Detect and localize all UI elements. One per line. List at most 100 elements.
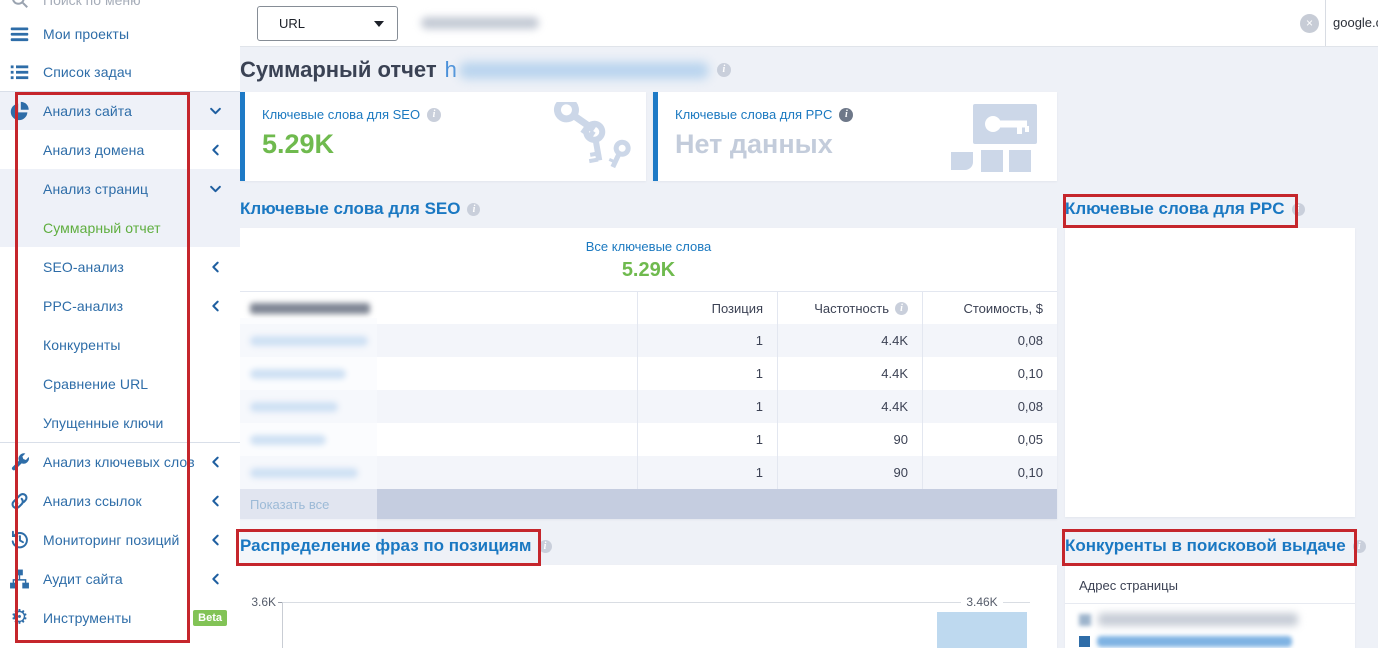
search-type-select[interactable]: URL — [257, 6, 398, 41]
ppc-card-label: Ключевые слова для PPC — [675, 107, 832, 122]
blurred-keyword-link[interactable] — [250, 402, 338, 412]
blurred-favicon — [1079, 614, 1091, 626]
cell-cost: 0,05 — [922, 423, 1057, 456]
sidebar-item[interactable]: Сравнение URL — [0, 364, 240, 403]
cell-volume: 4.4K — [777, 324, 922, 357]
key-ad-icon — [947, 102, 1043, 174]
blurred-keyword-link[interactable] — [250, 435, 326, 445]
info-icon[interactable]: i — [717, 63, 731, 77]
sidebar-item[interactable]: Конкуренты — [0, 325, 240, 364]
chart-bar[interactable] — [937, 612, 1027, 648]
sidebar-item[interactable]: Анализ домена — [0, 130, 240, 169]
table-row[interactable]: 1 4.4K 0,08 — [240, 324, 1057, 357]
y-axis-tick: 3.6K — [244, 595, 276, 609]
sitemap-icon — [9, 568, 30, 589]
pie-chart-icon — [9, 101, 30, 122]
seo-section-header: Ключевые слова для SEO i — [240, 199, 480, 219]
column-cost[interactable]: Стоимость, $ — [922, 292, 1057, 324]
chevron-left-icon — [208, 532, 223, 547]
cell-cost: 0,08 — [922, 324, 1057, 357]
menu-search[interactable]: Поиск по меню — [0, 0, 240, 15]
report-url-link[interactable]: h — [445, 57, 457, 83]
sidebar-item[interactable]: Анализ ключевых слов — [0, 442, 240, 481]
competitors-panel: Адрес страницы — [1065, 565, 1355, 648]
ppc-section-title[interactable]: Ключевые слова для PPC — [1065, 199, 1285, 219]
chevron-down-icon — [208, 104, 223, 119]
info-icon[interactable]: i — [539, 540, 552, 553]
sidebar-item[interactable]: Мониторинг позиций — [0, 520, 240, 559]
column-position[interactable]: Позиция — [637, 292, 777, 324]
competitors-section-title[interactable]: Конкуренты в поисковой выдаче — [1065, 536, 1346, 556]
table-row[interactable]: 1 4.4K 0,10 — [240, 357, 1057, 390]
info-icon[interactable]: i — [467, 203, 480, 216]
info-icon[interactable]: i — [1353, 540, 1366, 553]
cell-position: 1 — [637, 357, 777, 390]
hamburger-icon — [9, 24, 30, 45]
sidebar-item[interactable]: Аудит сайта — [0, 559, 240, 598]
sidebar-item[interactable]: Анализ страниц — [0, 169, 240, 208]
show-all-link[interactable]: Показать все — [250, 497, 329, 512]
competitor-row[interactable] — [1079, 613, 1341, 626]
ppc-keywords-card: Ключевые слова для PPC i Нет данных — [653, 92, 1057, 181]
sidebar-menu: Мои проекты Список задач Анализ сайта Ан… — [0, 15, 240, 637]
sidebar-item[interactable]: Суммарный отчет — [0, 208, 240, 247]
info-icon[interactable]: i — [427, 108, 441, 122]
blurred-keyword-link[interactable] — [250, 468, 358, 478]
history-icon — [9, 529, 30, 550]
seo-keywords-table: Все ключевые слова 5.29K Позиция Частотн… — [240, 228, 1057, 519]
all-keywords-link[interactable]: Все ключевые слова — [240, 239, 1057, 254]
all-keywords-count: 5.29K — [240, 259, 1057, 282]
positions-section-title[interactable]: Распределение фраз по позициям — [240, 536, 532, 556]
competitor-row[interactable] — [1079, 636, 1341, 647]
ppc-keywords-panel — [1065, 228, 1355, 517]
chevron-left-icon — [208, 259, 223, 274]
info-icon[interactable]: i — [1292, 203, 1305, 216]
seo-section-title[interactable]: Ключевые слова для SEO — [240, 199, 460, 219]
chevron-left-icon — [208, 142, 223, 157]
page-title: Суммарный отчет — [240, 57, 437, 83]
positions-section-header: Распределение фраз по позициям i — [240, 536, 552, 556]
table-row[interactable]: 1 4.4K 0,08 — [240, 390, 1057, 423]
info-icon[interactable]: i — [839, 108, 853, 122]
beta-badge: Beta — [193, 610, 227, 626]
sidebar-item[interactable]: Анализ ссылок — [0, 481, 240, 520]
blurred-keyword-link[interactable] — [250, 336, 368, 346]
link-icon — [9, 490, 30, 511]
topbar-divider — [1325, 0, 1326, 46]
table-row[interactable]: 1 90 0,10 — [240, 456, 1057, 489]
chevron-down-icon — [374, 21, 384, 27]
sidebar: Поиск по меню Мои проекты Список задач А… — [0, 0, 240, 648]
blurred-competitor-url — [1097, 636, 1292, 647]
info-icon[interactable]: i — [895, 302, 908, 315]
chart-bar-label: 3.46K — [937, 595, 1027, 609]
chevron-down-icon — [208, 181, 223, 196]
column-volume[interactable]: Частотностьi — [777, 292, 922, 324]
table-body: 1 4.4K 0,08 1 4.4K 0,10 1 4.4K 0,08 1 90… — [240, 324, 1057, 489]
blurred-query-text — [421, 17, 539, 29]
wrench-icon — [9, 452, 30, 473]
query-input[interactable] — [399, 2, 566, 43]
competitors-section-header: Конкуренты в поисковой выдаче i — [1065, 536, 1366, 556]
search-engine-select[interactable]: google.c — [1333, 0, 1378, 46]
clear-input-icon[interactable]: × — [1300, 14, 1319, 33]
cell-volume: 4.4K — [777, 357, 922, 390]
cell-position: 1 — [637, 456, 777, 489]
table-header-row: Позиция Частотностьi Стоимость, $ — [240, 291, 1057, 324]
sidebar-item[interactable]: SEO-анализ — [0, 247, 240, 286]
sidebar-item[interactable]: Упущенные ключи — [0, 403, 240, 442]
blurred-keyword-link[interactable] — [250, 369, 346, 379]
sidebar-item[interactable]: ⚙ Инструменты Beta — [0, 598, 240, 637]
sidebar-item[interactable]: Мои проекты — [0, 15, 240, 53]
cell-position: 1 — [637, 390, 777, 423]
keys-icon — [534, 102, 632, 170]
sidebar-item[interactable]: Анализ сайта — [0, 91, 240, 130]
sidebar-item[interactable]: PPC-анализ — [0, 286, 240, 325]
gear-icon: ⚙ — [9, 607, 30, 628]
y-axis-line — [282, 602, 283, 648]
sidebar-item[interactable]: Список задач — [0, 53, 240, 91]
table-footer: Показать все — [240, 489, 1057, 519]
task-list-icon — [9, 62, 30, 83]
main-content: URL × google.c Суммарный отчет h i Ключе… — [240, 0, 1378, 648]
table-row[interactable]: 1 90 0,05 — [240, 423, 1057, 456]
search-icon — [10, 0, 30, 10]
